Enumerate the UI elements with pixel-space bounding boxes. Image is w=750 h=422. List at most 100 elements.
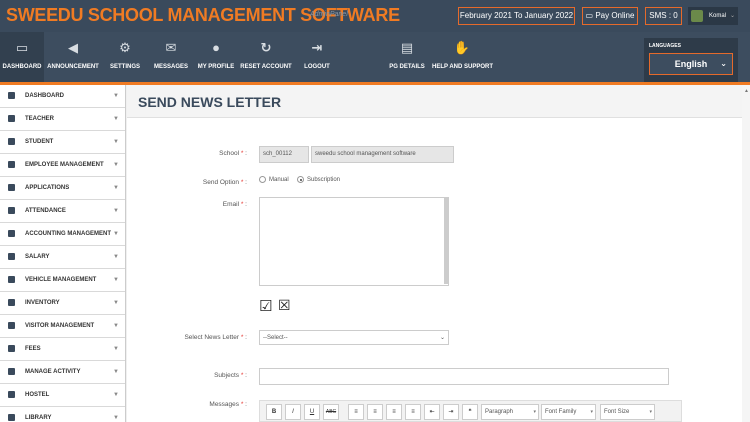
chevron-down-icon: ▾ [533, 409, 536, 415]
credit-card-icon: ▭ [585, 11, 596, 20]
sidebar-item-applications[interactable]: APPLICATIONS ▼ [0, 177, 125, 200]
blockquote-icon[interactable]: ❝ [462, 404, 478, 420]
align-center-icon[interactable]: ≡ [367, 404, 383, 420]
send-option-label: Send Option * : [202, 179, 247, 186]
nav-label: MY PROFILE [197, 64, 235, 70]
school-code-field: sch_00112 [259, 146, 309, 163]
avatar [691, 10, 703, 22]
session-button[interactable]: February 2021 To January 2022 [458, 7, 575, 25]
sidebar-item-dashboard[interactable]: DASHBOARD ▼ [0, 85, 125, 108]
newsletter-select[interactable]: --Select-- ⌄ [259, 330, 449, 345]
hostel-icon [8, 391, 15, 398]
sidebar-item-label: MANAGE ACTIVITY [25, 369, 81, 375]
check-all-icon[interactable]: ☑ [259, 297, 272, 315]
align-right-icon[interactable]: ≡ [386, 404, 402, 420]
font-size-select[interactable]: Font Size ▾ [600, 404, 655, 420]
scroll-up-icon[interactable]: ▲ [744, 88, 749, 94]
nav-label: HELP AND SUPPORT [432, 64, 494, 70]
nav-announcement[interactable]: ◀ ANNOUNCEMENT [46, 32, 100, 82]
admin-panel-label: AdminPanel [310, 11, 348, 18]
pay-online-label: Pay Online [595, 11, 635, 20]
chevron-down-icon: ▼ [113, 208, 119, 214]
paragraph-select[interactable]: Paragraph ▾ [481, 404, 539, 420]
sidebar-item-inventory[interactable]: INVENTORY ▼ [0, 292, 125, 315]
email-label: Email * : [222, 201, 247, 208]
nav-label: SETTINGS [109, 64, 140, 70]
school-label: School * : [219, 150, 247, 157]
nav-logout[interactable]: ⇥ LOGOUT [296, 32, 338, 82]
page-title: SEND NEWS LETTER [138, 94, 282, 110]
sidebar-item-label: DASHBOARD [25, 93, 64, 99]
radio-subscription[interactable]: Subscription [297, 176, 340, 183]
nav-pg-details[interactable]: ▤ PG DETAILS [386, 32, 428, 82]
sidebar-item-visitor-management[interactable]: VISITOR MANAGEMENT ▼ [0, 315, 125, 338]
gear-icon [8, 230, 15, 237]
indent-icon[interactable]: ⇥ [443, 404, 459, 420]
align-justify-icon[interactable]: ≡ [405, 404, 421, 420]
sidebar-item-teacher[interactable]: TEACHER ▼ [0, 108, 125, 131]
chevron-down-icon: ▼ [113, 162, 119, 168]
dashboard-icon [8, 92, 15, 99]
teacher-icon [8, 115, 15, 122]
uncheck-all-icon[interactable]: ☒ [278, 297, 291, 314]
bold-icon[interactable]: B [266, 404, 282, 420]
user-menu[interactable]: Komal ⌄ [688, 7, 738, 25]
align-left-icon[interactable]: ≡ [348, 404, 364, 420]
language-value: English [674, 59, 708, 69]
sidebar-item-label: HOSTEL [25, 392, 50, 398]
sidebar-item-label: APPLICATIONS [25, 185, 70, 191]
gears-icon: ⚙ [119, 40, 131, 55]
underline-icon[interactable]: U [304, 404, 320, 420]
radio-manual[interactable]: Manual [259, 176, 289, 183]
nav-messages[interactable]: ✉ MESSAGES [150, 32, 192, 82]
strikethrough-icon[interactable]: ABC [323, 404, 339, 420]
chevron-down-icon: ▼ [113, 392, 119, 398]
sms-count-badge: SMS : 0 [645, 7, 682, 25]
language-select[interactable]: English ⌄ [649, 53, 733, 75]
chevron-down-icon: ▼ [113, 93, 119, 99]
monitor-icon: ▭ [15, 40, 29, 55]
library-icon [8, 414, 15, 421]
chevron-down-icon: ▼ [113, 369, 119, 375]
sidebar-item-manage-activity[interactable]: MANAGE ACTIVITY ▼ [0, 361, 125, 384]
nav-reset-account[interactable]: ↻ RESET ACCOUNT [240, 32, 292, 82]
chevron-down-icon: ▼ [113, 231, 119, 237]
page-scrollbar[interactable] [742, 85, 750, 422]
newsletter-label: Select News Letter * : [184, 334, 247, 341]
nav-dashboard[interactable]: ▭ DASHBOARD [0, 32, 44, 82]
bus-icon [8, 276, 15, 283]
sidebar-item-label: TEACHER [25, 116, 55, 122]
subjects-input[interactable] [259, 368, 669, 385]
sidebar-item-label: ACCOUNTING MANAGEMENT [25, 231, 111, 237]
nav-help-support[interactable]: ✋ HELP AND SUPPORT [432, 32, 494, 82]
nav-my-profile[interactable]: ● MY PROFILE [195, 32, 237, 82]
outdent-icon[interactable]: ⇤ [424, 404, 440, 420]
sidebar-item-accounting-management[interactable]: ACCOUNTING MANAGEMENT ▼ [0, 223, 125, 246]
italic-icon[interactable]: I [285, 404, 301, 420]
sidebar-item-vehicle-management[interactable]: VEHICLE MANAGEMENT ▼ [0, 269, 125, 292]
user-icon: ● [212, 40, 220, 55]
chevron-down-icon: ⌄ [720, 59, 727, 68]
sidebar-item-student[interactable]: STUDENT ▼ [0, 131, 125, 154]
chevron-down-icon: ▾ [590, 409, 593, 415]
chevron-down-icon: ▼ [113, 185, 119, 191]
nav-label: DASHBOARD [2, 64, 42, 70]
chevron-down-icon: ⌄ [730, 13, 736, 19]
sidebar-item-hostel[interactable]: HOSTEL ▼ [0, 384, 125, 407]
visitor-icon [8, 322, 15, 329]
activity-icon [8, 368, 15, 375]
email-textarea[interactable] [259, 197, 449, 286]
sidebar: DASHBOARD ▼ TEACHER ▼ STUDENT ▼ EMPLOYEE MA… [0, 85, 126, 422]
nav-settings[interactable]: ⚙ SETTINGS [104, 32, 146, 82]
sidebar-item-salary[interactable]: SALARY ▼ [0, 246, 125, 269]
sidebar-item-library[interactable]: LIBRARY ▼ [0, 407, 125, 422]
sidebar-item-attendance[interactable]: ATTENDANCE ▼ [0, 200, 125, 223]
font-family-select[interactable]: Font Family ▾ [541, 404, 596, 420]
sidebar-item-employee-management[interactable]: EMPLOYEE MANAGEMENT ▼ [0, 154, 125, 177]
sidebar-item-label: STUDENT [25, 139, 54, 145]
chevron-down-icon: ▼ [113, 346, 119, 352]
sidebar-item-fees[interactable]: FEES ▼ [0, 338, 125, 361]
student-icon [8, 138, 15, 145]
logout-icon: ⇥ [311, 40, 323, 55]
pay-online-button[interactable]: ▭ Pay Online [582, 7, 638, 25]
